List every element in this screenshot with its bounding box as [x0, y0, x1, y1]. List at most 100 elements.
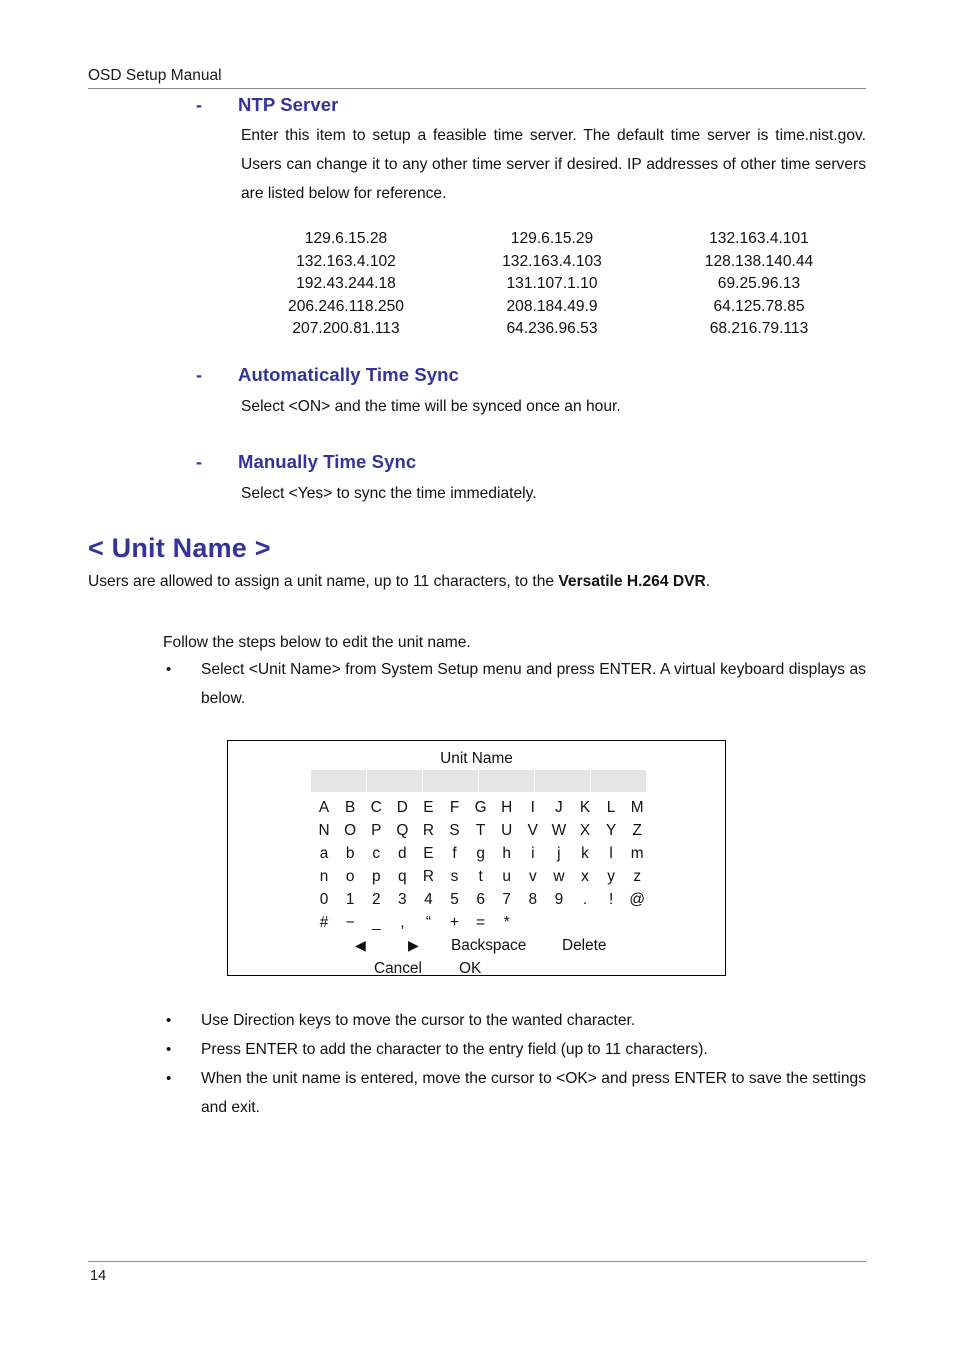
key-x[interactable]: x — [572, 865, 598, 888]
key-Y[interactable]: Y — [598, 819, 624, 842]
table-row: 132.163.4.102 132.163.4.103 128.138.140.… — [243, 251, 863, 274]
key-8[interactable]: 8 — [520, 888, 546, 911]
key-L[interactable]: L — [598, 796, 624, 819]
key-a[interactable]: a — [311, 842, 337, 865]
key-t[interactable]: t — [468, 865, 494, 888]
entry-field-cell[interactable] — [591, 770, 646, 792]
key-d[interactable]: d — [389, 842, 415, 865]
entry-field-cell[interactable] — [311, 770, 367, 792]
key-at[interactable]: @ — [624, 888, 650, 911]
key-y[interactable]: y — [598, 865, 624, 888]
key-B[interactable]: B — [337, 796, 363, 819]
keyboard-row-symbols: # − _ , “ + = * — [311, 911, 651, 934]
key-P[interactable]: P — [363, 819, 389, 842]
key-9[interactable]: 9 — [546, 888, 572, 911]
key-s[interactable]: s — [441, 865, 467, 888]
key-j[interactable]: j — [546, 842, 572, 865]
key-T[interactable]: T — [468, 819, 494, 842]
key-hyphen[interactable]: − — [337, 911, 363, 934]
key-plus[interactable]: + — [441, 911, 467, 934]
key-i[interactable]: i — [520, 842, 546, 865]
key-Q[interactable]: Q — [389, 819, 415, 842]
cursor-left-arrow-icon[interactable]: ◀ — [355, 934, 366, 957]
unit-name-entry-field[interactable] — [311, 770, 646, 792]
key-5[interactable]: 5 — [441, 888, 467, 911]
key-o[interactable]: o — [337, 865, 363, 888]
key-C[interactable]: C — [363, 796, 389, 819]
key-z[interactable]: z — [624, 865, 650, 888]
key-7[interactable]: 7 — [494, 888, 520, 911]
key-q[interactable]: q — [389, 865, 415, 888]
key-hash[interactable]: # — [311, 911, 337, 934]
key-R[interactable]: R — [415, 819, 441, 842]
key-m[interactable]: m — [624, 842, 650, 865]
key-f[interactable]: f — [441, 842, 467, 865]
key-asterisk[interactable]: * — [494, 911, 520, 934]
delete-button[interactable]: Delete — [562, 934, 607, 957]
key-K[interactable]: K — [572, 796, 598, 819]
key-4[interactable]: 4 — [415, 888, 441, 911]
key-X[interactable]: X — [572, 819, 598, 842]
bullet-marker-icon: • — [166, 1012, 172, 1029]
key-l[interactable]: l — [598, 842, 624, 865]
key-M[interactable]: M — [624, 796, 650, 819]
entry-field-cell[interactable] — [535, 770, 591, 792]
key-v[interactable]: v — [520, 865, 546, 888]
page-number: 14 — [90, 1268, 107, 1284]
key-U[interactable]: U — [494, 819, 520, 842]
key-w[interactable]: w — [546, 865, 572, 888]
key-0[interactable]: 0 — [311, 888, 337, 911]
backspace-button[interactable]: Backspace — [451, 934, 526, 957]
key-N[interactable]: N — [311, 819, 337, 842]
entry-field-cell[interactable] — [479, 770, 535, 792]
bullet-list-before-figure: • Select <Unit Name> from System Setup m… — [163, 655, 866, 713]
key-2[interactable]: 2 — [363, 888, 389, 911]
key-period[interactable]: . — [572, 888, 598, 911]
key-J[interactable]: J — [546, 796, 572, 819]
key-c[interactable]: c — [363, 842, 389, 865]
key-k[interactable]: k — [572, 842, 598, 865]
key-E[interactable]: E — [415, 796, 441, 819]
key-u[interactable]: u — [494, 865, 520, 888]
ok-button[interactable]: OK — [459, 957, 481, 980]
key-A[interactable]: A — [311, 796, 337, 819]
entry-field-cell[interactable] — [423, 770, 479, 792]
key-g[interactable]: g — [468, 842, 494, 865]
key-comma[interactable]: , — [389, 911, 415, 934]
entry-field-cell[interactable] — [367, 770, 423, 792]
ip-cell: 69.25.96.13 — [717, 275, 801, 292]
key-exclamation[interactable]: ! — [598, 888, 624, 911]
key-Z[interactable]: Z — [624, 819, 650, 842]
list-item: • Press ENTER to add the character to th… — [163, 1035, 866, 1064]
keyboard-row-lowercase-2: n o p q R s t u v w x y z — [311, 865, 651, 888]
key-b[interactable]: b — [337, 842, 363, 865]
key-O[interactable]: O — [337, 819, 363, 842]
unit-name-section-heading: < Unit Name > — [88, 533, 271, 563]
key-p[interactable]: p — [363, 865, 389, 888]
virtual-keyboard-dialog: Unit Name A B C D E F G H I J K L M N O … — [227, 740, 726, 977]
cancel-button[interactable]: Cancel — [374, 957, 422, 980]
key-n[interactable]: n — [311, 865, 337, 888]
key-r[interactable]: R — [415, 865, 441, 888]
cursor-right-arrow-icon[interactable]: ▶ — [408, 934, 419, 957]
keyboard-row-digits: 0 1 2 3 4 5 6 7 8 9 . ! @ — [311, 888, 651, 911]
key-V[interactable]: V — [520, 819, 546, 842]
key-I[interactable]: I — [520, 796, 546, 819]
key-equals[interactable]: = — [468, 911, 494, 934]
key-3[interactable]: 3 — [389, 888, 415, 911]
key-H[interactable]: H — [494, 796, 520, 819]
key-S[interactable]: S — [441, 819, 467, 842]
key-1[interactable]: 1 — [337, 888, 363, 911]
key-W[interactable]: W — [546, 819, 572, 842]
section-ntp-server: - NTP Server — [196, 92, 868, 118]
key-D[interactable]: D — [389, 796, 415, 819]
key-6[interactable]: 6 — [468, 888, 494, 911]
key-G[interactable]: G — [468, 796, 494, 819]
key-underscore[interactable]: _ — [363, 911, 389, 934]
key-quote[interactable]: “ — [415, 911, 441, 934]
key-e[interactable]: E — [415, 842, 441, 865]
key-h[interactable]: h — [494, 842, 520, 865]
key-F[interactable]: F — [441, 796, 467, 819]
ip-cell: 64.236.96.53 — [506, 320, 598, 337]
ntp-server-heading: NTP Server — [238, 94, 339, 115]
